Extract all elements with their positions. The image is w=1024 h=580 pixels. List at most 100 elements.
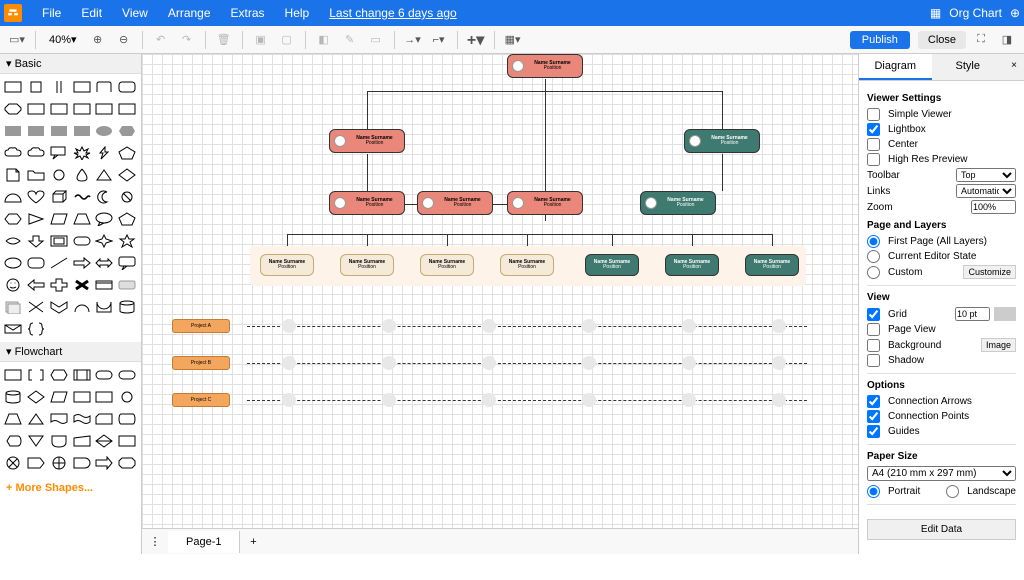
shape-cross[interactable] xyxy=(72,275,92,295)
view-mode-icon[interactable]: ▭▾ xyxy=(6,29,28,51)
fc-db[interactable] xyxy=(3,387,23,407)
shape-filled-3[interactable] xyxy=(49,121,69,141)
shape-trap[interactable] xyxy=(72,209,92,229)
connection-icon[interactable]: →▾ xyxy=(402,29,424,51)
org-node-leaf[interactable]: Name SurnamePosition xyxy=(340,254,394,276)
shape-filled-4[interactable] xyxy=(72,121,92,141)
shape-oval[interactable] xyxy=(3,253,23,273)
image-button[interactable]: Image xyxy=(981,338,1016,352)
shape-pentagon[interactable] xyxy=(117,143,137,163)
fc-sort[interactable] xyxy=(94,431,114,451)
shape-pent2[interactable] xyxy=(117,209,137,229)
org-node[interactable]: Name SurnamePosition xyxy=(640,191,716,215)
shape-bubble[interactable] xyxy=(117,253,137,273)
delete-icon[interactable]: 🗑 xyxy=(213,29,235,51)
background-checkbox[interactable] xyxy=(867,339,880,352)
project-slot[interactable] xyxy=(772,356,786,370)
project-slot[interactable] xyxy=(582,319,596,333)
landscape-radio[interactable] xyxy=(946,485,959,498)
shape-hex-f[interactable] xyxy=(117,121,137,141)
add-page-icon[interactable]: + xyxy=(240,536,266,548)
shape-chat[interactable] xyxy=(94,209,114,229)
shape-arc2[interactable] xyxy=(94,297,114,317)
project-card[interactable]: Project A xyxy=(172,319,230,333)
grid-checkbox[interactable] xyxy=(867,308,880,321)
shape-square[interactable] xyxy=(26,77,46,97)
shape-lightning[interactable] xyxy=(94,143,114,163)
page-view-checkbox[interactable] xyxy=(867,323,880,336)
first-page-radio[interactable] xyxy=(867,235,880,248)
project-slot[interactable] xyxy=(682,319,696,333)
format-tab-diagram[interactable]: Diagram xyxy=(859,54,932,80)
shape-arrow-r[interactable] xyxy=(72,253,92,273)
simple-viewer-checkbox[interactable] xyxy=(867,108,880,121)
shape-rounded[interactable] xyxy=(117,77,137,97)
fc-cross[interactable] xyxy=(49,453,69,473)
shape-cube[interactable] xyxy=(49,187,69,207)
shape-cloud-2[interactable] xyxy=(26,143,46,163)
shape-rect-5[interactable] xyxy=(72,99,92,119)
shape-circle[interactable] xyxy=(49,165,69,185)
app-logo-icon[interactable] xyxy=(4,4,22,22)
conn-arrows-checkbox[interactable] xyxy=(867,395,880,408)
fc-delay[interactable] xyxy=(72,453,92,473)
shape-lens[interactable] xyxy=(3,231,23,251)
shape-semi[interactable] xyxy=(3,187,23,207)
shape-callout[interactable] xyxy=(49,143,69,163)
project-slot[interactable] xyxy=(382,393,396,407)
menu-view[interactable]: View xyxy=(112,6,158,20)
fc-tri-d[interactable] xyxy=(26,431,46,451)
links-select[interactable]: Automatic xyxy=(956,184,1016,198)
shape-smile[interactable] xyxy=(3,275,23,295)
fc-diamond[interactable] xyxy=(26,387,46,407)
shape-rect-7[interactable] xyxy=(117,99,137,119)
shape-plus[interactable] xyxy=(49,275,69,295)
fc-shield[interactable] xyxy=(49,431,69,451)
shape-card[interactable] xyxy=(94,275,114,295)
line-color-icon[interactable]: ✎ xyxy=(339,29,361,51)
shape-star[interactable] xyxy=(117,231,137,251)
shape-note[interactable] xyxy=(3,297,23,317)
fc-card[interactable] xyxy=(94,409,114,429)
org-node-leaf[interactable]: Name SurnamePosition xyxy=(585,254,639,276)
menu-extras[interactable]: Extras xyxy=(221,6,275,20)
page-tab-1[interactable]: Page-1 xyxy=(168,531,240,553)
shape-frame[interactable] xyxy=(49,231,69,251)
shape-btn[interactable] xyxy=(117,275,137,295)
fc-display[interactable] xyxy=(3,431,23,451)
fc-arrow[interactable] xyxy=(94,453,114,473)
org-node-leaf[interactable]: Name SurnamePosition xyxy=(500,254,554,276)
close-button[interactable]: Close xyxy=(918,31,966,49)
canvas[interactable]: Name SurnamePosition Name SurnamePositio… xyxy=(142,54,858,528)
menu-file[interactable]: File xyxy=(32,6,71,20)
fc-tag[interactable] xyxy=(26,453,46,473)
insert-icon[interactable]: +▾ xyxy=(465,29,487,51)
shapes-section-basic[interactable]: ▾ Basic xyxy=(0,54,141,74)
org-node[interactable]: Name SurnamePosition xyxy=(507,191,583,215)
shape-rect[interactable] xyxy=(3,77,23,97)
fc-bracket[interactable] xyxy=(26,365,46,385)
shape-scribble[interactable] xyxy=(72,187,92,207)
project-slot[interactable] xyxy=(482,356,496,370)
shape-drop[interactable] xyxy=(72,165,92,185)
org-node-leaf[interactable]: Name SurnamePosition xyxy=(665,254,719,276)
shape-octagon[interactable] xyxy=(3,99,23,119)
shape-filled-1[interactable] xyxy=(3,121,23,141)
portrait-radio[interactable] xyxy=(867,485,880,498)
fc-circle[interactable] xyxy=(117,387,137,407)
shape-ellipse-f[interactable] xyxy=(94,121,114,141)
shape-chev-d[interactable] xyxy=(49,297,69,317)
shape-no[interactable] xyxy=(117,187,137,207)
shape-x[interactable] xyxy=(26,297,46,317)
table-icon[interactable]: ▦▾ xyxy=(502,29,524,51)
shape-round2[interactable] xyxy=(26,253,46,273)
project-slot[interactable] xyxy=(282,319,296,333)
shape-line[interactable] xyxy=(49,253,69,273)
shape-pill[interactable] xyxy=(72,231,92,251)
project-slot[interactable] xyxy=(682,356,696,370)
fc-pill[interactable] xyxy=(94,365,114,385)
fullscreen-icon[interactable]: ⛶ xyxy=(970,29,992,51)
center-checkbox[interactable] xyxy=(867,138,880,151)
fc-hex[interactable] xyxy=(49,365,69,385)
current-editor-radio[interactable] xyxy=(867,250,880,263)
